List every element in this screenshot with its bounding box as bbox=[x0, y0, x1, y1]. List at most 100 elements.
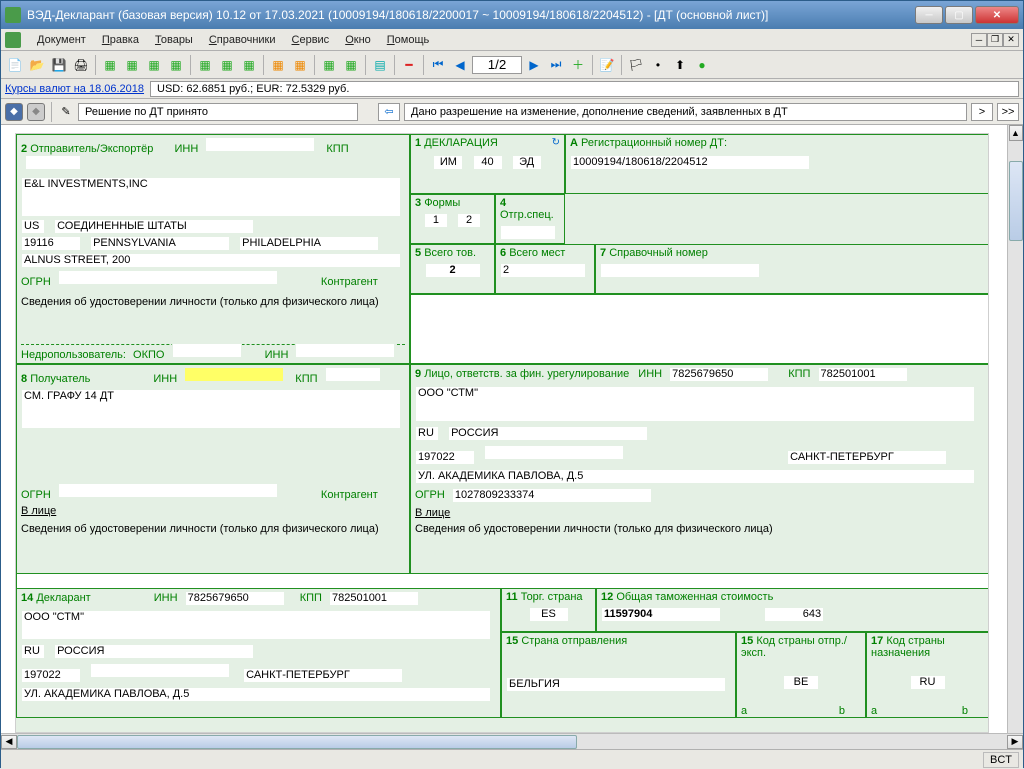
g9-region[interactable] bbox=[484, 445, 624, 460]
g8-ogrn-input[interactable] bbox=[58, 483, 278, 498]
tool-green-4-icon[interactable]: ▦ bbox=[166, 55, 186, 75]
new-doc-icon[interactable]: 📄 bbox=[5, 55, 25, 75]
g2-inn-input[interactable] bbox=[205, 137, 315, 152]
g8-face-link[interactable]: В лице bbox=[21, 505, 56, 517]
last-page-icon[interactable]: ⏭ bbox=[546, 55, 566, 75]
g8-kpp-input[interactable] bbox=[325, 367, 381, 382]
tool-green-3-icon[interactable]: ▦ bbox=[144, 55, 164, 75]
menu-ref[interactable]: Справочники bbox=[201, 32, 284, 48]
scroll-up-icon[interactable]: ▲ bbox=[1009, 125, 1023, 141]
edit-page-icon[interactable]: 📝 bbox=[597, 55, 617, 75]
g9-ogrn[interactable]: 1027809233374 bbox=[452, 488, 652, 503]
vscroll-thumb[interactable] bbox=[1009, 161, 1023, 241]
g2-country[interactable]: СОЕДИНЕННЫЕ ШТАТЫ bbox=[54, 219, 254, 234]
g14-region[interactable] bbox=[90, 663, 230, 678]
g2-zip[interactable]: 19116 bbox=[21, 236, 81, 251]
g2-okpo-input[interactable] bbox=[172, 343, 242, 358]
scroll-left-icon[interactable]: ◀ bbox=[1, 735, 17, 749]
pencil-icon[interactable]: ✎ bbox=[58, 104, 74, 120]
g14-kpp[interactable]: 782501001 bbox=[329, 591, 419, 606]
g9-country[interactable]: РОССИЯ bbox=[448, 426, 648, 441]
hscroll-thumb[interactable] bbox=[17, 735, 577, 749]
circle-icon[interactable]: ● bbox=[692, 55, 712, 75]
g14-cc[interactable]: RU bbox=[21, 644, 45, 659]
g17-value[interactable]: RU bbox=[910, 675, 946, 690]
arrow-left-icon[interactable]: ⇦ bbox=[378, 103, 400, 121]
g14-zip[interactable]: 197022 bbox=[21, 668, 81, 683]
g9-zip[interactable]: 197022 bbox=[415, 450, 475, 465]
menu-goods[interactable]: Товары bbox=[147, 32, 201, 48]
refresh-icon[interactable]: ↻ bbox=[552, 137, 560, 148]
tool-cyan-icon[interactable]: ▤ bbox=[370, 55, 390, 75]
add-icon[interactable]: ＋ bbox=[568, 55, 588, 75]
prev-page-icon[interactable]: ◀ bbox=[450, 55, 470, 75]
mdi-close-button[interactable]: ✕ bbox=[1003, 33, 1019, 47]
mdi-restore-button[interactable]: ❐ bbox=[987, 33, 1003, 47]
g3-v2[interactable]: 2 bbox=[457, 213, 481, 228]
tool-orange-2-icon[interactable]: ▦ bbox=[290, 55, 310, 75]
g1-ed[interactable]: ЭД bbox=[512, 155, 542, 170]
flag-icon[interactable]: 🏳 bbox=[626, 55, 646, 75]
horizontal-scrollbar[interactable]: ◀ ▶ bbox=[1, 733, 1023, 749]
first-page-icon[interactable]: ⏮ bbox=[428, 55, 448, 75]
g1-im[interactable]: ИМ bbox=[433, 155, 463, 170]
tool-green-9-icon[interactable]: ▦ bbox=[341, 55, 361, 75]
g9-cc[interactable]: RU bbox=[415, 426, 439, 441]
g9-inn[interactable]: 7825679650 bbox=[669, 367, 769, 382]
g2-kpp-input[interactable] bbox=[25, 155, 81, 170]
g14-name[interactable]: ООО "СТМ" bbox=[21, 610, 491, 640]
g2-city[interactable]: PHILADELPHIA bbox=[239, 236, 379, 251]
g11-value[interactable]: ES bbox=[529, 607, 569, 622]
tool-orange-1-icon[interactable]: ▦ bbox=[268, 55, 288, 75]
tool-green-7-icon[interactable]: ▦ bbox=[239, 55, 259, 75]
g14-country[interactable]: РОССИЯ bbox=[54, 644, 254, 659]
g2-region[interactable]: PENNSYLVANIA bbox=[90, 236, 230, 251]
next-page-icon[interactable]: ▶ bbox=[524, 55, 544, 75]
mdi-minimize-button[interactable]: ─ bbox=[971, 33, 987, 47]
print-icon[interactable]: 🖨 bbox=[71, 55, 91, 75]
menu-service[interactable]: Сервис bbox=[284, 32, 338, 48]
g8-inn-input[interactable] bbox=[184, 367, 284, 382]
dot-icon[interactable]: • bbox=[648, 55, 668, 75]
tool-green-2-icon[interactable]: ▦ bbox=[122, 55, 142, 75]
g2-ogrn-input[interactable] bbox=[58, 270, 278, 285]
rates-link[interactable]: Курсы валют на 18.06.2018 bbox=[5, 83, 144, 95]
g2-inn2-input[interactable] bbox=[295, 343, 395, 358]
close-button[interactable]: ✕ bbox=[975, 6, 1019, 24]
g14-street[interactable]: УЛ. АКАДЕМИКА ПАВЛОВА, Д.5 bbox=[21, 687, 491, 702]
next2-button[interactable]: >> bbox=[997, 103, 1019, 121]
scroll-right-icon[interactable]: ▶ bbox=[1007, 735, 1023, 749]
cube-icon[interactable]: ◆ bbox=[5, 103, 23, 121]
g14-city[interactable]: САНКТ-ПЕТЕРБУРГ bbox=[243, 668, 403, 683]
g2-street[interactable]: ALNUS STREET, 200 bbox=[21, 253, 401, 268]
save-icon[interactable]: 💾 bbox=[49, 55, 69, 75]
menu-window[interactable]: Окно bbox=[337, 32, 379, 48]
tool-green-6-icon[interactable]: ▦ bbox=[217, 55, 237, 75]
g9-city[interactable]: САНКТ-ПЕТЕРБУРГ bbox=[787, 450, 947, 465]
upload-icon[interactable]: ⬆ bbox=[670, 55, 690, 75]
g5-value[interactable]: 2 bbox=[425, 263, 481, 278]
tool-green-1-icon[interactable]: ▦ bbox=[100, 55, 120, 75]
menu-document[interactable]: Документ bbox=[29, 32, 94, 48]
g9-face-link[interactable]: В лице bbox=[415, 507, 450, 519]
permit-field[interactable]: Дано разрешение на изменение, дополнение… bbox=[404, 103, 967, 121]
g9-street[interactable]: УЛ. АКАДЕМИКА ПАВЛОВА, Д.5 bbox=[415, 469, 975, 484]
g2-cc[interactable]: US bbox=[21, 219, 45, 234]
g6-value[interactable]: 2 bbox=[500, 263, 586, 278]
decision-field[interactable]: Решение по ДТ принято bbox=[78, 103, 358, 121]
next-button[interactable]: > bbox=[971, 103, 993, 121]
g8-name[interactable]: СМ. ГРАФУ 14 ДТ bbox=[21, 389, 401, 429]
g1-im-v[interactable]: 40 bbox=[473, 155, 503, 170]
g12-v1[interactable]: 11597904 bbox=[601, 607, 721, 622]
page-input[interactable] bbox=[472, 56, 522, 74]
g9-kpp[interactable]: 782501001 bbox=[818, 367, 908, 382]
gA-value[interactable]: 10009194/180618/2204512 bbox=[570, 155, 810, 170]
g7-input[interactable] bbox=[600, 263, 760, 278]
delete-icon[interactable]: ━ bbox=[399, 55, 419, 75]
g2-name[interactable]: E&L INVESTMENTS,INC bbox=[21, 177, 401, 217]
open-folder-icon[interactable]: 📂 bbox=[27, 55, 47, 75]
g3-v1[interactable]: 1 bbox=[424, 213, 448, 228]
g4-input[interactable] bbox=[500, 225, 556, 240]
menu-edit[interactable]: Правка bbox=[94, 32, 147, 48]
g15a-value[interactable]: BE bbox=[783, 675, 819, 690]
